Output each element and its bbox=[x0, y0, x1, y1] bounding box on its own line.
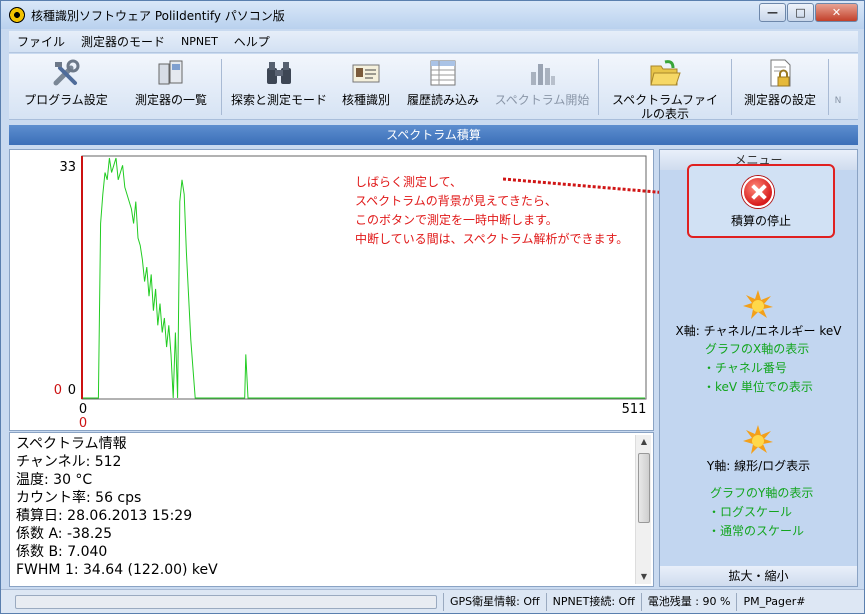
info-coef-b: 係数 B: 7.040 bbox=[16, 544, 108, 560]
x-axis-opt-channel[interactable]: ・チャネル番号 bbox=[703, 359, 787, 378]
menu-device-mode[interactable]: 測定器のモード bbox=[73, 33, 173, 50]
toolbar: プログラム設定 測定器の一覧 探索と測定モード 核種識別 履歴読み込み スペクト… bbox=[9, 54, 858, 121]
info-count-rate: カウント率: 56 cps bbox=[16, 490, 142, 506]
toolbar-separator bbox=[828, 59, 829, 115]
gps-status: GPS衛星情報: Off bbox=[443, 592, 546, 611]
tools-icon bbox=[50, 58, 82, 88]
window-title: 核種識別ソフトウェア PoliIdentify パソコン版 bbox=[31, 8, 285, 23]
toolbar-overflow-button[interactable]: N bbox=[831, 54, 845, 119]
id-card-icon bbox=[350, 58, 382, 88]
history-load-label: 履歴読み込み bbox=[406, 93, 479, 107]
info-coef-a: 係数 A: -38.25 bbox=[16, 526, 113, 542]
info-channels: チャンネル: 512 bbox=[16, 454, 122, 470]
title-bar: 核種識別ソフトウェア PoliIdentify パソコン版 — □ ✕ bbox=[1, 1, 864, 29]
y-axis-title[interactable]: Y軸: 線形/ログ表示 bbox=[660, 457, 857, 474]
minimize-button[interactable]: — bbox=[759, 3, 786, 22]
info-title: スペクトラム情報 bbox=[16, 436, 127, 452]
scroll-down-icon[interactable]: ▼ bbox=[636, 570, 652, 584]
bar-chart-icon bbox=[526, 58, 558, 88]
stop-accumulation-button[interactable]: 積算の停止 bbox=[687, 164, 835, 238]
info-fwhm: FWHM 1: 34.64 (122.00) keV bbox=[16, 562, 218, 578]
info-temperature: 温度: 30 °C bbox=[16, 472, 93, 488]
pager-status: PM_Pager# bbox=[736, 592, 811, 611]
spectrum-header: スペクトラム積算 bbox=[9, 125, 858, 145]
side-menu: メニュー 積算の停止 X軸: チャネル/エネルギー keV グラフのX軸の表示 … bbox=[659, 149, 858, 587]
spectrum-file-label-1: スペクトラムファイ bbox=[611, 93, 719, 107]
info-date: 積算日: 28.06.2013 15:29 bbox=[16, 508, 193, 524]
folder-open-icon bbox=[649, 58, 681, 88]
program-settings-label: プログラム設定 bbox=[24, 93, 108, 107]
progress-bar bbox=[15, 594, 437, 609]
toolbar-overflow-label: N bbox=[834, 96, 842, 106]
search-measure-button[interactable]: 探索と測定モード bbox=[224, 54, 334, 119]
toolbar-separator bbox=[731, 59, 732, 115]
app-window: 核種識別ソフトウェア PoliIdentify パソコン版 — □ ✕ ファイル… bbox=[0, 0, 865, 614]
stop-icon bbox=[742, 176, 774, 208]
spectrum-start-button[interactable]: スペクトラム開始 bbox=[488, 54, 596, 119]
radiation-icon bbox=[9, 7, 25, 23]
device-settings-button[interactable]: 測定器の設定 bbox=[734, 54, 826, 119]
npnet-status: NPNET接続: Off bbox=[545, 592, 641, 611]
y-max-label: 33 bbox=[59, 160, 76, 175]
toolbar-separator bbox=[598, 59, 599, 115]
history-load-button[interactable]: 履歴読み込み bbox=[398, 54, 488, 119]
menu-file[interactable]: ファイル bbox=[9, 33, 73, 50]
battery-status: 電池残量 : 90 % bbox=[640, 592, 737, 611]
binoculars-icon bbox=[263, 58, 295, 88]
spectrum-file-label-2: ルの表示 bbox=[640, 107, 689, 121]
y-axis-opt-log[interactable]: ・ログスケール bbox=[708, 503, 792, 522]
x-axis-title[interactable]: X軸: チャネル/エネルギー keV bbox=[660, 322, 857, 339]
stop-accumulation-label: 積算の停止 bbox=[730, 214, 791, 228]
device-list-button[interactable]: 測定器の一覧 bbox=[123, 54, 219, 119]
status-bar: GPS衛星情報: Off NPNET接続: Off 電池残量 : 90 % PM… bbox=[1, 589, 864, 613]
device-list-label: 測定器の一覧 bbox=[134, 93, 207, 107]
y-axis-opt-linear[interactable]: ・通常のスケール bbox=[708, 522, 804, 541]
spectrum-start-label: スペクトラム開始 bbox=[494, 93, 590, 107]
annotation-line-4: 中断している間は、スペクトラム解析ができます。 bbox=[355, 232, 629, 246]
y-axis-desc: グラフのY軸の表示 bbox=[710, 486, 814, 500]
menu-npnet[interactable]: NPNET bbox=[173, 35, 226, 48]
x-axis-sun-icon[interactable] bbox=[743, 290, 773, 320]
spectrum-file-button[interactable]: スペクトラムファイ ルの表示 bbox=[601, 54, 729, 121]
y-min-label: 0 bbox=[68, 383, 76, 398]
x-min-label: 0 bbox=[79, 402, 87, 417]
nuclide-id-button[interactable]: 核種識別 bbox=[334, 54, 398, 119]
nuclide-id-label: 核種識別 bbox=[341, 93, 390, 107]
y-axis-sun-icon[interactable] bbox=[743, 425, 773, 455]
maximize-button[interactable]: □ bbox=[787, 3, 814, 22]
device-settings-label: 測定器の設定 bbox=[743, 93, 816, 107]
computers-icon bbox=[155, 58, 187, 88]
x-max-label: 511 bbox=[622, 402, 647, 417]
scroll-thumb[interactable] bbox=[638, 453, 650, 523]
scroll-up-icon[interactable]: ▲ bbox=[636, 435, 652, 449]
program-settings-button[interactable]: プログラム設定 bbox=[9, 54, 123, 119]
document-lock-icon bbox=[764, 58, 796, 88]
x-axis-opt-kev[interactable]: ・keV 単位での表示 bbox=[703, 378, 813, 397]
toolbar-separator bbox=[221, 59, 222, 115]
history-table-icon bbox=[427, 58, 459, 88]
y-min-label-red: 0 bbox=[54, 383, 62, 398]
close-button[interactable]: ✕ bbox=[815, 3, 858, 22]
search-measure-label: 探索と測定モード bbox=[230, 93, 327, 107]
x-marker-label: 0 bbox=[79, 416, 87, 430]
menu-help[interactable]: ヘルプ bbox=[226, 33, 278, 50]
annotation-line-3: このボタンで測定を一時中断します。 bbox=[355, 213, 558, 227]
spectrum-info-panel: スペクトラム情報 チャンネル: 512 温度: 30 °C カウント率: 56 … bbox=[9, 432, 654, 587]
info-scrollbar[interactable]: ▲ ▼ bbox=[635, 435, 651, 584]
menu-bar: ファイル 測定器のモード NPNET ヘルプ bbox=[9, 31, 858, 53]
x-axis-desc: グラフのX軸の表示 bbox=[705, 342, 810, 356]
zoom-button[interactable]: 拡大・縮小 bbox=[660, 566, 857, 586]
